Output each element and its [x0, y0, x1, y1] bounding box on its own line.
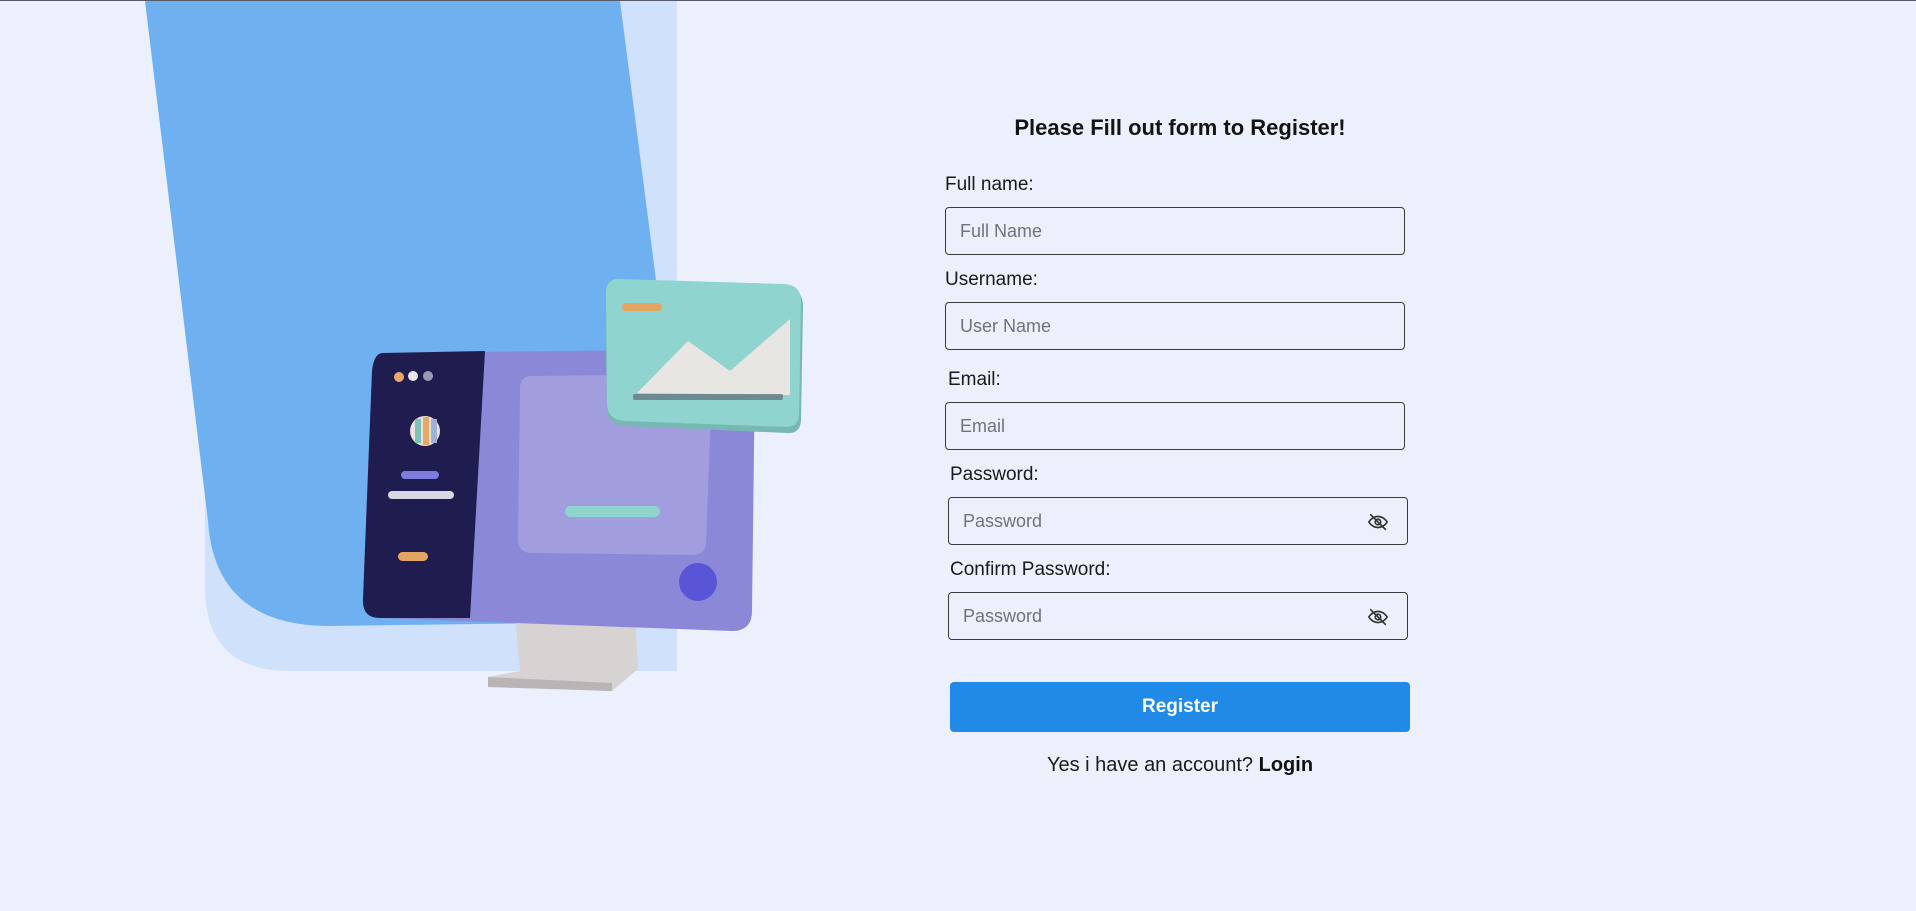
full-name-label: Full name: — [945, 174, 1034, 195]
password-input[interactable] — [963, 498, 1361, 544]
form-title: Please Fill out form to Register! — [1014, 115, 1346, 140]
login-prompt-line: Yes i have an account? Login — [945, 754, 1415, 777]
confirm-password-field — [948, 592, 1408, 640]
register-button[interactable]: Register — [950, 682, 1410, 732]
email-field — [945, 402, 1405, 450]
computer-monitor-illustration — [0, 1, 900, 911]
username-input[interactable] — [960, 303, 1358, 349]
monitor-sidebar — [362, 351, 485, 618]
password-label: Password: — [950, 464, 1039, 485]
eye-slash-icon[interactable] — [1367, 606, 1389, 628]
full-name-field — [945, 207, 1405, 255]
login-prompt-text: Yes i have an account? — [1046, 754, 1254, 776]
password-field — [948, 497, 1408, 545]
username-label: Username: — [945, 269, 1038, 290]
username-field — [945, 302, 1405, 350]
email-input[interactable] — [960, 403, 1358, 449]
confirm-password-label: Confirm Password: — [950, 559, 1111, 580]
full-name-input[interactable] — [960, 208, 1358, 254]
register-page: Please Fill out form to Register! Full n… — [0, 0, 1916, 911]
login-link[interactable]: Login — [1259, 754, 1313, 776]
email-label: Email: — [948, 369, 1001, 390]
confirm-password-input[interactable] — [963, 593, 1361, 639]
eye-slash-icon[interactable] — [1367, 511, 1389, 533]
